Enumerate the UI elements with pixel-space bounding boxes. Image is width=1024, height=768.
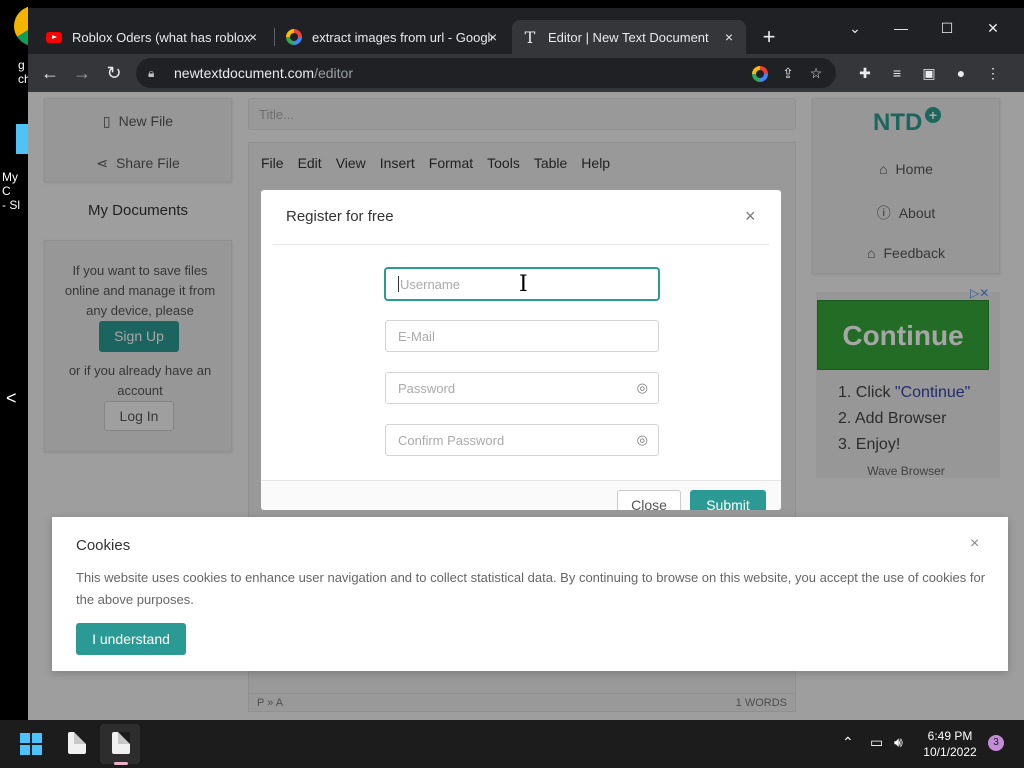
email-input[interactable]: E-Mail — [385, 320, 659, 352]
desktop-icon2-label: My C - Sl — [2, 170, 20, 212]
back-arrow-icon[interactable]: ← — [38, 61, 62, 85]
google-icon — [286, 29, 302, 45]
taskbar: ⌃ ▭ 🔊︎ 6:49 PM 10/1/2022 3 — [0, 720, 1024, 768]
page-content: ▯ New File ⋖ Share File My Documents If yo… — [28, 92, 1024, 720]
notification-badge[interactable]: 3 — [988, 735, 1004, 751]
browser-window: Roblox Oders (what has roblox b × extrac… — [28, 8, 1024, 720]
password-input[interactable]: Password ◎ — [385, 372, 659, 404]
new-tab-button[interactable]: + — [758, 26, 780, 48]
tab-editor[interactable]: T Editor | New Text Document × — [512, 20, 746, 54]
modal-close-button[interactable]: Close — [617, 490, 681, 510]
cookie-title: Cookies — [76, 537, 131, 554]
desktop-arrow-icon: < — [6, 388, 17, 408]
close-window-button[interactable]: ✕ — [978, 16, 1008, 40]
desktop-icon1-label: g ch — [18, 58, 28, 86]
active-file-taskbar-icon[interactable] — [112, 732, 130, 754]
google-lens-icon[interactable] — [748, 58, 772, 88]
modal-divider — [273, 244, 769, 245]
active-app-indicator — [114, 762, 128, 765]
windows-start-icon[interactable] — [20, 733, 42, 755]
tab-search-dropdown-icon[interactable]: ⌄ — [840, 16, 870, 40]
ibeam-cursor-icon: I — [519, 272, 528, 297]
tab-roblox[interactable]: Roblox Oders (what has roblox b × — [36, 20, 270, 54]
maximize-button[interactable]: ☐ — [932, 16, 962, 40]
cookie-close-icon[interactable]: × — [970, 535, 979, 553]
confirm-password-input[interactable]: Confirm Password ◎ — [385, 424, 659, 456]
text-caret — [398, 276, 399, 292]
register-modal: Register for free × Username E-Mail Pass… — [261, 190, 781, 510]
menu-kebab-icon[interactable]: ⋮ — [982, 62, 1004, 84]
cookie-banner: Cookies × This website uses cookies to e… — [52, 517, 1008, 671]
modal-title: Register for free — [286, 208, 394, 225]
tab-close-icon[interactable]: × — [244, 28, 262, 46]
eye-slash-icon[interactable]: ◎ — [637, 432, 648, 448]
cookie-text: This website uses cookies to enhance use… — [76, 570, 986, 607]
document-t-icon: T — [524, 27, 536, 47]
tab-strip: Roblox Oders (what has roblox b × extrac… — [28, 8, 1024, 54]
address-bar[interactable]: 🔒︎ newtextdocument.com/editor ⇪ ☆ — [136, 58, 836, 88]
share-icon[interactable]: ⇪ — [776, 58, 800, 88]
forward-arrow-icon[interactable]: → — [70, 61, 94, 85]
network-icon[interactable]: ▭ — [870, 734, 883, 751]
minimize-button[interactable]: — — [886, 16, 916, 40]
tab-close-icon[interactable]: × — [484, 28, 502, 46]
profile-avatar-icon[interactable]: ● — [950, 62, 972, 84]
media-queue-icon[interactable]: ≡ — [886, 62, 908, 84]
volume-icon[interactable]: 🔊︎ — [894, 734, 903, 751]
reload-icon[interactable]: ↻ — [102, 61, 126, 85]
lock-icon: 🔒︎ — [148, 65, 155, 80]
desktop-strip: g ch My C - Sl < — [0, 0, 28, 720]
tab-google[interactable]: extract images from url - Google × — [276, 20, 510, 54]
tab-separator — [274, 28, 275, 46]
system-clock[interactable]: 6:49 PM 10/1/2022 — [920, 728, 980, 760]
bookmark-star-icon[interactable]: ☆ — [804, 58, 828, 88]
submit-button[interactable]: Submit — [690, 490, 766, 510]
eye-slash-icon[interactable]: ◎ — [637, 380, 648, 396]
tab-close-icon[interactable]: × — [720, 28, 738, 46]
youtube-icon — [46, 29, 62, 45]
modal-close-icon[interactable]: × — [745, 206, 756, 227]
chrome-desktop-icon[interactable] — [14, 6, 28, 46]
side-panel-icon[interactable]: ▣ — [918, 62, 940, 84]
extensions-icon[interactable]: ✚ — [854, 62, 876, 84]
browser-toolbar: ← → ↻ 🔒︎ newtextdocument.com/editor ⇪ ☆ … — [28, 54, 1024, 92]
notepad-taskbar-icon[interactable] — [68, 732, 86, 754]
cookie-accept-button[interactable]: I understand — [76, 623, 186, 655]
desktop-shortcut-icon[interactable] — [16, 124, 28, 154]
chevron-up-icon[interactable]: ⌃ — [842, 734, 854, 751]
